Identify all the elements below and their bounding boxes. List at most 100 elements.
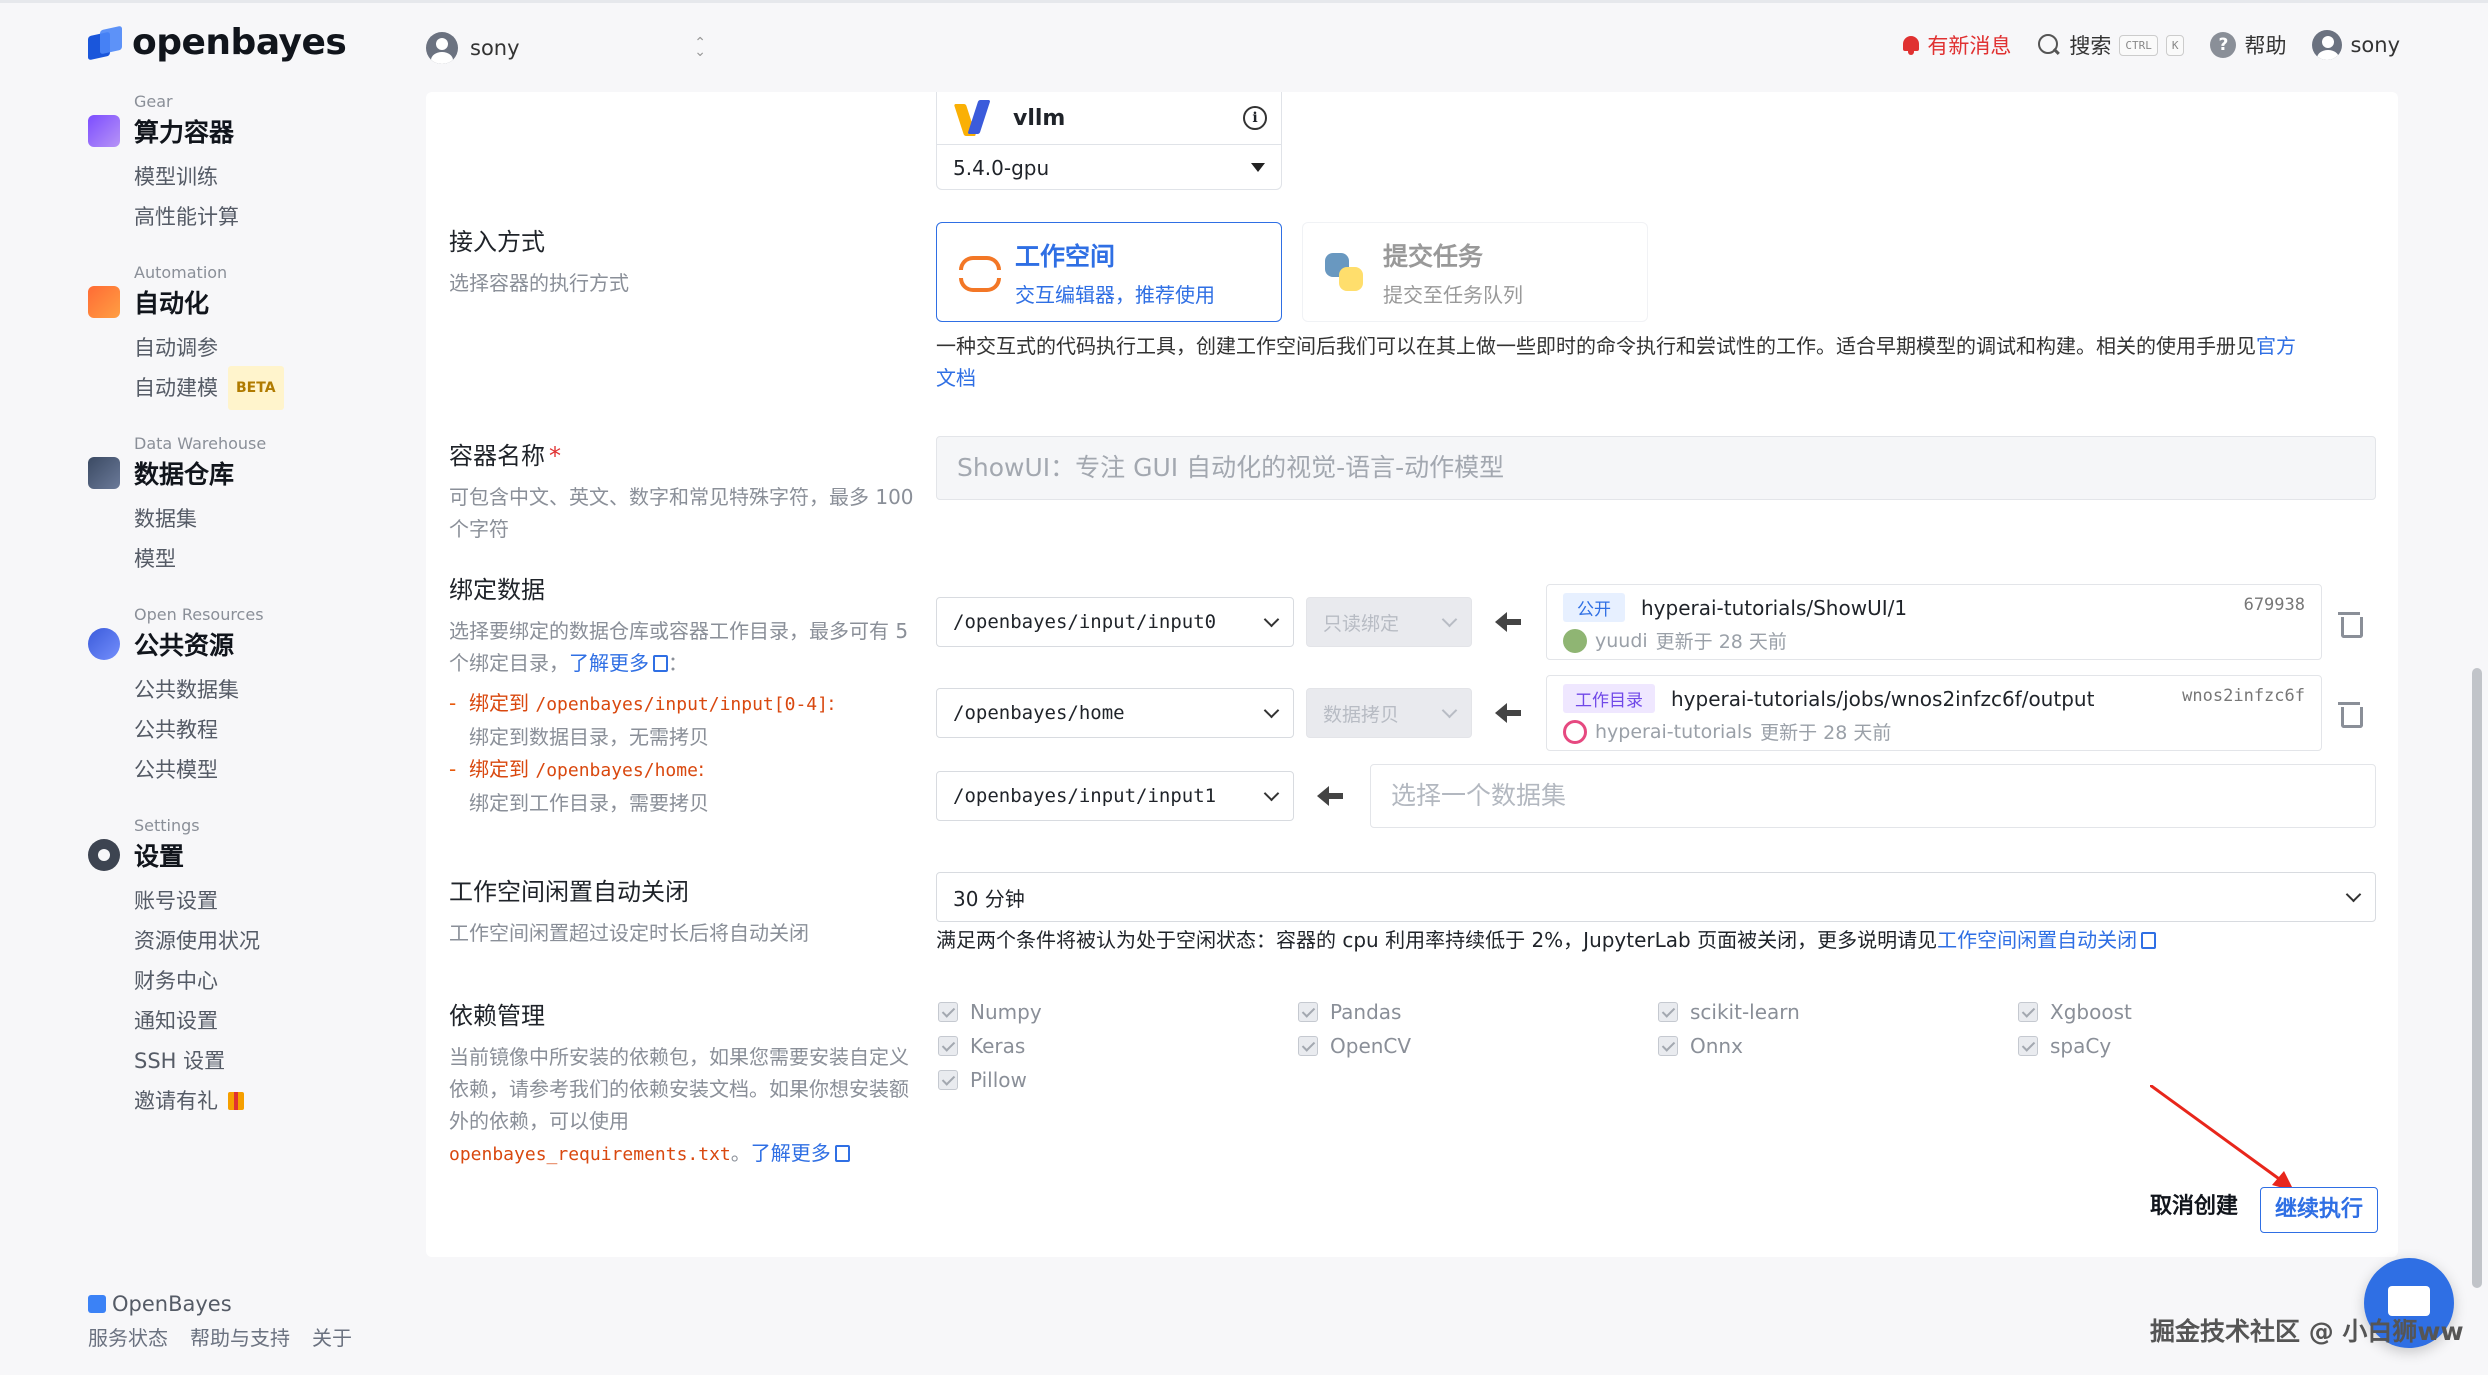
checkbox-icon xyxy=(938,1002,958,1022)
dep-label: Keras xyxy=(970,1034,1026,1058)
official-docs-link-2[interactable]: 文档 xyxy=(936,366,976,390)
bind-mode-value: 只读绑定 xyxy=(1323,612,1400,635)
sidebar-item-usage[interactable]: 资源使用状况 xyxy=(134,921,388,961)
image-version-value: 5.4.0-gpu xyxy=(953,155,1050,180)
sidebar-item-public-models[interactable]: 公共模型 xyxy=(134,750,388,790)
mode-task-option[interactable]: 提交任务 提交至任务队列 xyxy=(1302,222,1648,322)
dataset-owner: hyperai-tutorials xyxy=(1595,720,1753,743)
user-avatar-icon xyxy=(426,32,458,64)
bind-mode-select-1[interactable]: 只读绑定 xyxy=(1306,597,1472,647)
sidebar-item-gear[interactable]: 算力容器 xyxy=(88,113,388,149)
bound-dataset-card-1[interactable]: 公开 hyperai-tutorials/ShowUI/1 679938 yuu… xyxy=(1546,584,2322,660)
deps-learn-more-link[interactable]: 了解更多 xyxy=(751,1141,831,1165)
bind-mode-select-2[interactable]: 数据拷贝 xyxy=(1306,688,1472,738)
dataset-header: 公开 hyperai-tutorials/ShowUI/1 xyxy=(1563,593,1907,622)
access-mode-note: 一种交互式的代码执行工具，创建工作空间后我们可以在其上做一些即时的命令执行和尝试… xyxy=(936,330,2376,394)
cancel-create-button[interactable]: 取消创建 xyxy=(2150,1188,2238,1220)
image-version-select[interactable]: 5.4.0-gpu xyxy=(937,144,1281,190)
bell-icon xyxy=(1901,34,1921,56)
sidebar-item-warehouse[interactable]: 数据仓库 xyxy=(88,455,388,491)
gift-icon xyxy=(228,1092,244,1110)
mode-workspace-option[interactable]: 工作空间 交互编辑器，推荐使用 xyxy=(936,222,1282,322)
continue-button[interactable]: 继续执行 xyxy=(2260,1187,2378,1233)
brand-logo[interactable]: openbayes xyxy=(88,22,347,63)
top-border xyxy=(0,0,2488,3)
scrollbar-thumb[interactable] xyxy=(2472,668,2482,1288)
dep-label: Xgboost xyxy=(2050,1000,2132,1024)
search-label: 搜索 xyxy=(2069,34,2112,58)
sidebar-item-settings[interactable]: 设置 xyxy=(88,837,388,873)
container-name-input[interactable]: ShowUI：专注 GUI 自动化的视觉-语言-动作模型 xyxy=(936,436,2376,500)
sidebar-item-public-datasets[interactable]: 公共数据集 xyxy=(134,670,388,710)
dep-pillow: Pillow xyxy=(938,1068,1027,1092)
idle-timeout-value: 30 分钟 xyxy=(953,886,1025,911)
section-en-label: Data Warehouse xyxy=(134,434,267,453)
dataset-picker-input[interactable]: 选择一个数据集 xyxy=(1370,764,2376,828)
sidebar-item-datasets[interactable]: 数据集 xyxy=(134,499,388,539)
gear-container-icon xyxy=(88,115,120,147)
idle-desc: 工作空间闲置超过设定时长后将自动关闭 xyxy=(449,921,809,945)
access-note-text: 一种交互式的代码执行工具，创建工作空间后我们可以在其上做一些即时的命令执行和尝试… xyxy=(936,334,2256,358)
sidebar-item-notifications[interactable]: 通知设置 xyxy=(134,1001,388,1041)
k-key-hint: K xyxy=(2165,34,2185,56)
rule2-path: /openbayes/home xyxy=(535,760,698,781)
footer-link-support[interactable]: 帮助与支持 xyxy=(190,1322,290,1351)
info-icon[interactable]: i xyxy=(1243,106,1267,130)
sidebar-item-model-training[interactable]: 模型训练 xyxy=(134,157,388,197)
idle-docs-link[interactable]: 工作空间闲置自动关闭 xyxy=(1937,928,2137,952)
rule1-path: /openbayes/input/input[0-4] xyxy=(535,694,828,715)
trash-icon[interactable] xyxy=(2338,700,2363,728)
checkbox-icon xyxy=(1298,1036,1318,1056)
sidebar-item-autotune[interactable]: 自动调参 xyxy=(134,328,388,368)
bound-dataset-card-2[interactable]: 工作目录 hyperai-tutorials/jobs/wnos2infzc6f… xyxy=(1546,675,2322,751)
owner-avatar-icon xyxy=(1563,719,1587,744)
section-title: 算力容器 xyxy=(134,118,235,147)
account-avatar-icon xyxy=(2312,30,2343,60)
official-docs-link[interactable]: 官方 xyxy=(2256,334,2296,358)
sidebar-item-public-tutorials[interactable]: 公共教程 xyxy=(134,710,388,750)
idle-timeout-select[interactable]: 30 分钟 xyxy=(936,872,2376,922)
bind-colon: ： xyxy=(668,651,688,675)
rule2-prefix: 绑定到 xyxy=(469,757,529,781)
sidebar-item-automation[interactable]: 自动化 xyxy=(88,284,388,320)
arrow-left-icon xyxy=(1317,786,1343,806)
section-en-label: Open Resources xyxy=(134,605,264,624)
bind-path-select-1[interactable]: /openbayes/input/input0 xyxy=(936,597,1294,647)
container-name-desc: 可包含中文、英文、数字和常见特殊字符，最多 100 个字符 xyxy=(449,485,914,541)
doc-icon xyxy=(2141,932,2157,949)
idle-label-group: 工作空间闲置自动关闭 工作空间闲置超过设定时长后将自动关闭 xyxy=(449,872,919,949)
dep-numpy: Numpy xyxy=(938,1000,1042,1024)
workspace-user-switcher[interactable]: sony ⌃ ⌄ xyxy=(426,32,706,64)
sidebar-item-finance[interactable]: 财务中心 xyxy=(134,961,388,1001)
image-selector[interactable]: vllm i 5.4.0-gpu xyxy=(936,92,1282,190)
sidebar-item-account[interactable]: 账号设置 xyxy=(134,881,388,921)
sidebar-item-invite[interactable]: 邀请有礼 xyxy=(134,1081,388,1121)
footer-link-about[interactable]: 关于 xyxy=(312,1322,352,1351)
sidebar-item-open-resources[interactable]: 公共资源 xyxy=(88,626,388,662)
arrow-left-icon xyxy=(1495,703,1521,723)
notification-link[interactable]: 有新消息 xyxy=(1901,30,2011,60)
footer-link-status[interactable]: 服务状态 xyxy=(88,1322,168,1351)
section-title: 数据仓库 xyxy=(134,460,235,489)
sidebar-item-ssh[interactable]: SSH 设置 xyxy=(134,1041,388,1081)
dep-scikit-learn: scikit-learn xyxy=(1658,1000,1800,1024)
access-mode-label-group: 接入方式 选择容器的执行方式 xyxy=(449,222,919,299)
brand-name: openbayes xyxy=(132,22,347,63)
bind-path-select-3[interactable]: /openbayes/input/input1 xyxy=(936,771,1294,821)
help-link[interactable]: ? 帮助 xyxy=(2210,30,2286,60)
sidebar-item-automodel[interactable]: 自动建模 BETA xyxy=(134,366,388,410)
bind-learn-more-link[interactable]: 了解更多 xyxy=(569,651,649,675)
sidebar-item-models[interactable]: 模型 xyxy=(134,539,388,579)
automodel-label: 自动建模 xyxy=(134,376,218,400)
beta-badge: BETA xyxy=(228,366,284,410)
trash-icon[interactable] xyxy=(2338,610,2363,638)
rule1-desc: 绑定到数据目录，无需拷贝 xyxy=(469,725,709,749)
container-name-title: 容器名称 * xyxy=(449,436,919,471)
deps-title: 依赖管理 xyxy=(449,1002,545,1030)
sidebar-item-hpc[interactable]: 高性能计算 xyxy=(134,197,388,237)
checkbox-icon xyxy=(1658,1002,1678,1022)
global-search-button[interactable]: 搜索 CTRL K xyxy=(2037,30,2185,60)
account-menu[interactable]: sony xyxy=(2312,30,2400,60)
owner-avatar-icon xyxy=(1563,628,1587,653)
bind-path-select-2[interactable]: /openbayes/home xyxy=(936,688,1294,738)
